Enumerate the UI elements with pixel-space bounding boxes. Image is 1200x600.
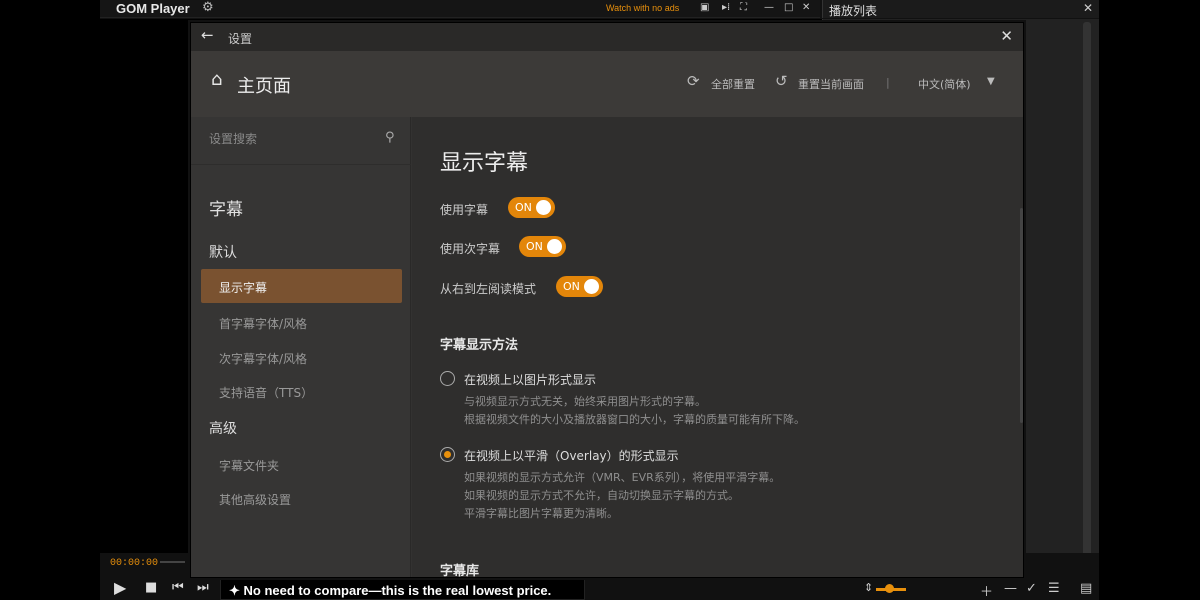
close-icon[interactable]: ✕ [802, 2, 810, 13]
back-arrow-icon[interactable]: ← [201, 26, 214, 44]
settings-sidebar: ⚲ 字幕 默认 显示字幕 首字幕字体/风格 次字幕字体/风格 支持语音（TTS）… [191, 117, 411, 577]
settings-dialog: ← 设置 ✕ ⌂ 主页面 ⟳ 全部重置 ↺ 重置当前画面 | 中文(简体) ▼ … [190, 22, 1024, 578]
option2-desc-1: 如果视频的显示方式允许（VMR、EVR系列），将使用平滑字幕。 [464, 471, 781, 484]
sidebar-item-display-subtitles[interactable]: 显示字幕 [201, 269, 402, 303]
option2-desc-2: 如果视频的显示方式不允许，自动切换显示字幕的方式。 [464, 489, 739, 502]
minimize-icon[interactable]: — [764, 2, 774, 13]
player-titlebar: GOM Player ⚙ Watch with no ads ▣ ▸⁞ ⛶ — … [100, 0, 820, 18]
reset-current-button[interactable]: 重置当前画面 [798, 76, 864, 92]
group-default[interactable]: 默认 [209, 242, 237, 262]
search-input[interactable] [209, 132, 379, 146]
sidebar-item-label: 显示字幕 [219, 281, 268, 295]
toggle-knob [584, 279, 599, 294]
playlist-header: 播放列表 ✕ [822, 0, 1099, 18]
screen-mode-icon[interactable]: ▣ [700, 2, 709, 13]
toggle-state: ON [515, 201, 532, 214]
pip-icon[interactable]: ▸⁞ [722, 2, 730, 13]
toggle-label: 使用字幕 [440, 203, 489, 217]
header-separator: | [886, 76, 890, 89]
radio-image-mode[interactable] [440, 371, 455, 386]
gear-icon[interactable]: ⚙ [202, 0, 214, 15]
volume-arrows-icon[interactable]: ⇕ [864, 581, 873, 594]
seek-bar[interactable] [160, 561, 185, 563]
stop-icon[interactable]: ■ [145, 580, 157, 595]
sidebar-item-primary-font[interactable]: 首字幕字体/风格 [219, 315, 307, 332]
playlist-scrollbar[interactable] [1083, 22, 1091, 567]
time-display: 00:00:00 [110, 558, 159, 569]
dialog-close-icon[interactable]: ✕ [1000, 27, 1013, 45]
ad-banner-text: ✦ No need to compare—this is the real lo… [229, 583, 552, 598]
settings-content: 显示字幕 使用字幕 ON 使用次字幕 ON 从右到左阅读模式 ON 字幕显示方法… [412, 117, 1023, 578]
radio-image-mode-label[interactable]: 在视频上以图片形式显示 [464, 371, 596, 388]
reset-all-button[interactable]: 全部重置 [711, 76, 755, 92]
maximize-icon[interactable]: □ [784, 2, 793, 13]
volume-knob[interactable] [885, 584, 894, 593]
sidebar-item-tts[interactable]: 支持语音（TTS） [219, 384, 313, 401]
language-select[interactable]: 中文(简体) [918, 76, 971, 92]
dialog-header: ← 设置 ✕ [191, 23, 1023, 51]
toggle-label: 使用次字幕 [440, 242, 501, 256]
settings-search: ⚲ [191, 117, 411, 165]
group-advanced[interactable]: 高级 [209, 418, 237, 438]
playlist-title: 播放列表 [829, 4, 878, 18]
toggle-knob [547, 239, 562, 254]
reset-all-icon[interactable]: ⟳ [687, 72, 700, 90]
file-icon[interactable]: ▤ [1080, 581, 1092, 596]
radio-overlay-mode[interactable] [440, 447, 455, 462]
section-title: 字幕 [209, 200, 243, 220]
play-icon[interactable]: ▶ [114, 578, 126, 597]
subtitle-library-title: 字幕库 [440, 564, 480, 578]
use-subtitles-toggle[interactable]: ON [508, 197, 555, 218]
option1-desc-1: 与视频显示方式无关，始终采用图片形式的字幕。 [464, 395, 706, 408]
content-scrollbar[interactable] [1020, 208, 1023, 423]
next-icon[interactable]: ⏭ [197, 580, 209, 595]
check-icon[interactable]: ✓ [1026, 581, 1037, 596]
rtl-reading-toggle[interactable]: ON [556, 276, 603, 297]
reset-current-icon[interactable]: ↺ [775, 72, 788, 90]
home-bar: ⌂ 主页面 ⟳ 全部重置 ↺ 重置当前画面 | 中文(简体) ▼ [191, 51, 1023, 117]
watch-no-ads-link[interactable]: Watch with no ads [606, 3, 679, 13]
search-icon[interactable]: ⚲ [385, 130, 395, 145]
remove-icon[interactable]: — [1004, 581, 1017, 596]
secondary-subtitles-toggle[interactable]: ON [519, 236, 566, 257]
toggle-state: ON [526, 240, 543, 253]
sidebar-item-other-advanced[interactable]: 其他高级设置 [219, 491, 291, 508]
sidebar-item-secondary-font[interactable]: 次字幕字体/风格 [219, 350, 307, 367]
option1-desc-2: 根据视频文件的大小及播放器窗口的大小，字幕的质量可能有所下降。 [464, 413, 805, 426]
home-icon[interactable]: ⌂ [211, 69, 222, 90]
playlist-close-icon[interactable]: ✕ [1083, 1, 1093, 15]
radio-overlay-mode-label[interactable]: 在视频上以平滑（Overlay）的形式显示 [464, 447, 679, 464]
display-method-title: 字幕显示方法 [440, 338, 519, 353]
prev-icon[interactable]: ⏮ [172, 580, 184, 595]
option2-desc-3: 平滑字幕比图片字幕更为清晰。 [464, 507, 618, 520]
toggle-state: ON [563, 280, 580, 293]
ad-banner[interactable]: ✦ No need to compare—this is the real lo… [220, 577, 585, 600]
page-title: 显示字幕 [440, 151, 529, 176]
chevron-down-icon[interactable]: ▼ [987, 76, 995, 87]
toggle-knob [536, 200, 551, 215]
add-icon[interactable]: ＋ [980, 581, 993, 600]
toggle-label: 从右到左阅读模式 [440, 282, 537, 296]
list-icon[interactable]: ☰ [1048, 581, 1060, 596]
sidebar-item-subtitle-folder[interactable]: 字幕文件夹 [219, 457, 279, 474]
dialog-title: 设置 [228, 32, 253, 46]
fullscreen-icon[interactable]: ⛶ [740, 2, 747, 13]
gom-logo: GOM Player [116, 1, 190, 16]
home-title[interactable]: 主页面 [237, 72, 291, 98]
